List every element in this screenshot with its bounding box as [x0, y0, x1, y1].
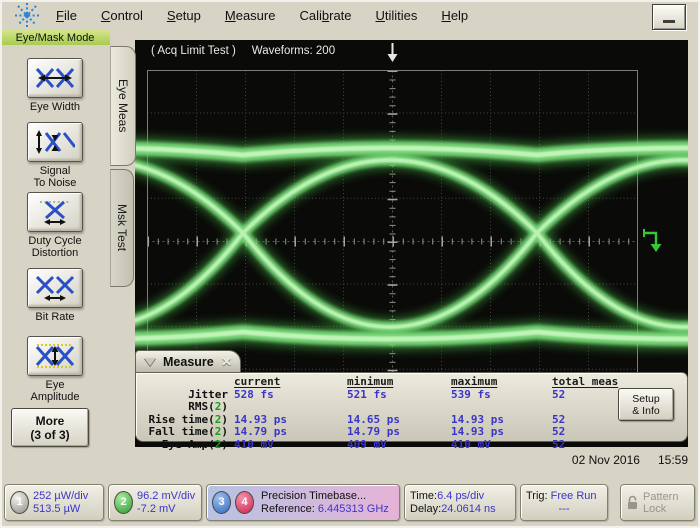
bit-rate-button[interactable] — [27, 268, 83, 308]
menu-bar: File Control Setup Measure Calibrate Uti… — [0, 0, 700, 30]
pattern-lock-label: Pattern Lock — [643, 491, 678, 515]
acq-limit-test-label: ( Acq Limit Test ) — [151, 45, 236, 57]
tab-msk-test[interactable]: Msk Test — [110, 169, 134, 287]
trigger-elbow-icon — [644, 229, 662, 252]
channel-2-panel[interactable]: 2 96.2 mV/div -7.2 mV — [108, 484, 202, 521]
cell-value: 52 — [552, 439, 662, 452]
ch1-offset: 513.5 µW — [33, 503, 88, 516]
trigger-panel[interactable]: Trig: Free Run --- — [520, 484, 608, 521]
bit-rate-label: Bit Rate — [0, 311, 110, 323]
cell-value: 539 fs — [451, 389, 552, 414]
eye-width-tool: Eye Width — [0, 58, 110, 113]
minimize-button[interactable] — [652, 4, 686, 30]
channel-4-badge: 4 — [235, 491, 254, 514]
cell-value: 521 fs — [347, 389, 451, 414]
channel-2-badge: 2 — [114, 491, 133, 514]
cell-value: 409 mV — [347, 439, 451, 452]
duty-cycle-distortion-tool: Duty Cycle Distortion — [0, 192, 110, 259]
bit-rate-icon — [35, 275, 75, 301]
bit-rate-tool: Bit Rate — [0, 268, 110, 323]
signal-to-noise-label: Signal To Noise — [0, 165, 110, 189]
measure-panel-tab[interactable]: Measure ✕ — [135, 350, 241, 372]
cell-value: 410 mV — [234, 439, 347, 452]
menu-calibrate[interactable]: Calibrate — [299, 8, 351, 23]
minimize-icon — [663, 20, 675, 23]
agilent-logo-icon — [12, 2, 42, 29]
time-value: 6.4 ps/div — [437, 490, 484, 502]
trigger-level-arrow-icon — [388, 43, 398, 62]
measure-table: current minimum maximum total meas Jitte… — [142, 376, 662, 452]
col-maximum: maximum — [451, 376, 552, 389]
channel-3-badge: 3 — [212, 491, 231, 514]
time-panel[interactable]: Time:6.4 ps/div Delay:24.0614 ns — [404, 484, 516, 521]
eye-amplitude-icon — [35, 343, 75, 369]
precision-timebase-label: Precision Timebase... — [261, 490, 389, 503]
cell-value: 52 — [552, 426, 662, 439]
ch1-scale: 252 µW/div — [33, 490, 88, 503]
setup-info-button[interactable]: Setup & Info — [618, 388, 674, 421]
mode-label: Eye/Mask Mode — [0, 30, 110, 45]
eye-amplitude-tool: Eye Amplitude — [0, 336, 110, 403]
measure-panel: current minimum maximum total meas Jitte… — [135, 372, 688, 442]
datetime: 02 Nov 2016 15:59 — [572, 453, 688, 467]
col-current: current — [234, 376, 347, 389]
eye-width-label: Eye Width — [0, 101, 110, 113]
timebase-panel[interactable]: 3 4 Precision Timebase... Reference: 6.4… — [206, 484, 400, 521]
collapse-triangle-icon — [144, 358, 156, 366]
channel-1-badge: 1 — [10, 491, 29, 514]
menu-file[interactable]: File — [56, 8, 77, 23]
lock-icon — [626, 495, 639, 511]
time-label: Time: — [410, 490, 437, 502]
ch2-scale: 96.2 mV/div — [137, 490, 195, 503]
menu-setup[interactable]: Setup — [167, 8, 201, 23]
eye-amplitude-button[interactable] — [27, 336, 83, 376]
tab-eye-meas[interactable]: Eye Meas — [110, 46, 136, 166]
col-minimum: minimum — [347, 376, 451, 389]
close-icon[interactable]: ✕ — [221, 354, 232, 370]
ch2-offset: -7.2 mV — [137, 503, 195, 516]
oscilloscope-window: { "window": {"minimize": "_"}, "menu": {… — [0, 0, 700, 528]
delay-label: Delay: — [410, 503, 441, 515]
acquisition-status: ( Acq Limit Test ) Waveforms: 200 — [151, 45, 335, 57]
trig-label: Trig: — [526, 490, 548, 502]
trig-line2: --- — [526, 503, 602, 516]
channel-1-panel[interactable]: 1 252 µW/div 513.5 µW — [4, 484, 104, 521]
pattern-lock-button[interactable]: Pattern Lock — [620, 484, 695, 521]
menu-utilities[interactable]: Utilities — [376, 8, 418, 23]
menu-measure[interactable]: Measure — [225, 8, 276, 23]
duty-cycle-distortion-label: Duty Cycle Distortion — [0, 235, 110, 259]
measure-panel-title: Measure — [163, 355, 214, 369]
eye-width-button[interactable] — [27, 58, 83, 98]
eye-amplitude-label: Eye Amplitude — [0, 379, 110, 403]
row-label: Eye Amp(2) — [142, 439, 234, 452]
menu-control[interactable]: Control — [101, 8, 143, 23]
delay-value: 24.0614 ns — [441, 503, 495, 515]
cell-value: 528 fs — [234, 389, 347, 414]
reference-value: 6.445313 GHz — [318, 503, 389, 515]
signal-to-noise-button[interactable] — [27, 122, 83, 162]
row-label: Jitter RMS(2) — [142, 389, 234, 414]
time-label: 15:59 — [658, 453, 688, 467]
duty-cycle-distortion-icon — [35, 199, 75, 225]
signal-to-noise-icon — [35, 129, 75, 155]
trig-value: Free Run — [551, 490, 597, 502]
waveforms-count: Waveforms: 200 — [252, 45, 335, 57]
menu-help[interactable]: Help — [441, 8, 468, 23]
signal-to-noise-tool: Signal To Noise — [0, 122, 110, 189]
reference-label: Reference: — [261, 503, 315, 515]
col-total-meas: total meas — [552, 376, 662, 389]
eye-width-icon — [35, 66, 75, 90]
duty-cycle-distortion-button[interactable] — [27, 192, 83, 232]
more-button[interactable]: More (3 of 3) — [11, 408, 89, 447]
date-label: 02 Nov 2016 — [572, 453, 640, 467]
cell-value: 410 mV — [451, 439, 552, 452]
